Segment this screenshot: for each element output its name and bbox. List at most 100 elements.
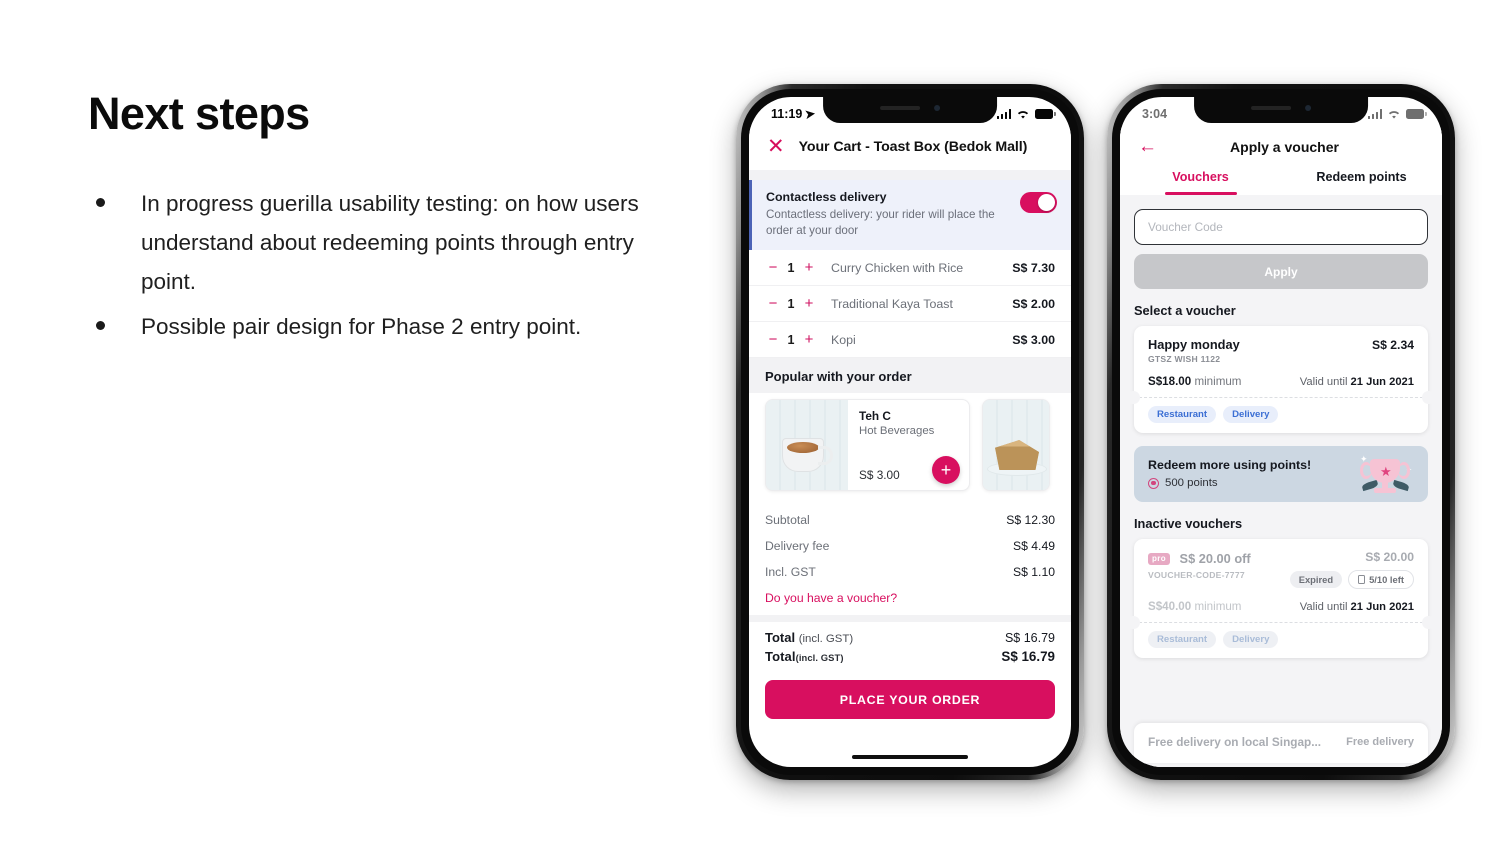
voucher-name: S$ 20.00 off bbox=[1179, 551, 1251, 566]
wifi-icon bbox=[1388, 110, 1400, 119]
voucher-tags: Restaurant Delivery bbox=[1148, 398, 1414, 433]
voucher-validity: Valid until 21 Jun 2021 bbox=[1300, 601, 1414, 613]
page-title: Next steps bbox=[88, 88, 310, 139]
add-product-button[interactable]: + bbox=[932, 456, 960, 484]
select-voucher-heading: Select a voucher bbox=[1120, 289, 1442, 326]
perforation-divider bbox=[1127, 616, 1435, 629]
grand-total-value: S$ 16.79 bbox=[1004, 631, 1055, 645]
pro-badge: pro bbox=[1148, 552, 1171, 565]
voucher-title-block: pro S$ 20.00 off VOUCHER-CODE-7777 bbox=[1148, 550, 1251, 580]
place-order-button[interactable]: PLACE YOUR ORDER bbox=[765, 680, 1055, 719]
valid-prefix: Valid until bbox=[1299, 376, 1348, 388]
voucher-top-bar: ← Apply a voucher Vouchers Redeem points bbox=[1120, 127, 1442, 195]
increment-button[interactable]: + bbox=[801, 331, 817, 348]
contactless-description: Contactless delivery: your rider will pl… bbox=[766, 208, 995, 237]
product-card[interactable]: Teh C Hot Beverages S$ 3.00 + bbox=[765, 399, 970, 491]
quantity-value: 1 bbox=[787, 260, 795, 275]
product-card[interactable] bbox=[982, 399, 1050, 491]
divider bbox=[749, 170, 1071, 180]
remaining-badge: 5/10 left bbox=[1348, 570, 1414, 589]
status-indicators bbox=[996, 109, 1056, 120]
battery-full-icon bbox=[1406, 109, 1427, 119]
list-item: Possible pair design for Phase 2 entry p… bbox=[88, 307, 648, 346]
voucher-card-active[interactable]: Happy monday S$ 2.34 GTSZ WISH 1122 S$18… bbox=[1127, 326, 1435, 433]
voucher-link[interactable]: Do you have a voucher? bbox=[765, 585, 1055, 615]
grand-total-row-2: Total(incl. GST) S$ 16.79 bbox=[765, 647, 1055, 674]
voucher-scroll-area[interactable]: ← Apply a voucher Vouchers Redeem points bbox=[1120, 127, 1442, 767]
tag-chip: Restaurant bbox=[1148, 406, 1217, 423]
bullet-dot-icon bbox=[96, 197, 105, 207]
item-price: S$ 7.30 bbox=[1012, 260, 1055, 275]
voucher-minimum-label: minimum bbox=[1194, 375, 1242, 388]
quantity-value: 1 bbox=[787, 332, 795, 347]
trophy-base-icon bbox=[1374, 488, 1396, 493]
voucher-code-placeholder: Voucher Code bbox=[1148, 220, 1223, 234]
voucher-code: VOUCHER-CODE-7777 bbox=[1148, 570, 1245, 580]
product-info: Teh C Hot Beverages S$ 3.00 + bbox=[848, 400, 969, 490]
voucher-name: Happy monday bbox=[1148, 337, 1240, 352]
contactless-title: Contactless delivery bbox=[766, 190, 887, 204]
cellular-bars-icon bbox=[996, 109, 1011, 119]
increment-button[interactable]: + bbox=[801, 295, 817, 312]
decrement-button[interactable]: − bbox=[765, 295, 781, 312]
valid-prefix: Valid until bbox=[1299, 601, 1348, 613]
voucher-code: GTSZ WISH 1122 bbox=[1148, 354, 1221, 364]
table-row: Subtotal S$ 12.30 bbox=[765, 507, 1055, 533]
location-arrow-icon: ➤ bbox=[804, 106, 817, 122]
item-name: Kopi bbox=[831, 332, 856, 347]
product-image bbox=[766, 400, 848, 490]
grand-total-label: Total bbox=[765, 630, 796, 645]
phone-mockup-voucher: 3:04 ← Apply a voucher Vouchers Redeem p… bbox=[1107, 84, 1455, 780]
decrement-button[interactable]: − bbox=[765, 259, 781, 276]
cart-header: ✕ Your Cart - Toast Box (Bedok Mall) bbox=[749, 127, 1071, 170]
points-value: 500 points bbox=[1165, 477, 1218, 489]
voucher-title-row: pro S$ 20.00 off VOUCHER-CODE-7777 S$ 20… bbox=[1148, 550, 1414, 589]
trophy-icon: ✦ ✦ ★ bbox=[1358, 452, 1412, 500]
voucher-name-line: pro S$ 20.00 off bbox=[1148, 550, 1251, 568]
list-item: In progress guerilla usability testing: … bbox=[88, 184, 648, 301]
status-indicators bbox=[1367, 109, 1427, 120]
battery-full-icon bbox=[1035, 109, 1056, 119]
close-icon[interactable]: ✕ bbox=[767, 136, 785, 157]
voucher-tags: Restaurant Delivery bbox=[1148, 623, 1414, 658]
voucher-card-inactive[interactable]: pro S$ 20.00 off VOUCHER-CODE-7777 S$ 20… bbox=[1127, 539, 1435, 658]
decrement-button[interactable]: − bbox=[765, 331, 781, 348]
cart-scroll-area[interactable]: ✕ Your Cart - Toast Box (Bedok Mall) Con… bbox=[749, 127, 1071, 767]
tab-vouchers[interactable]: Vouchers bbox=[1120, 170, 1281, 195]
voucher-minimum-label: minimum bbox=[1194, 600, 1242, 613]
voucher-code-input[interactable]: Voucher Code bbox=[1134, 209, 1428, 245]
voucher-screen: 3:04 ← Apply a voucher Vouchers Redeem p… bbox=[1120, 97, 1442, 767]
wifi-icon bbox=[1017, 110, 1029, 119]
order-totals: Subtotal S$ 12.30 Delivery fee S$ 4.49 I… bbox=[749, 501, 1071, 674]
voucher-amount: S$ 20.00 bbox=[1365, 550, 1414, 564]
phone-mockup-cart: 11:19 ➤ ✕ Your Cart - Toast Box (Bedok Ma… bbox=[736, 84, 1084, 780]
valid-date: 21 Jun 2021 bbox=[1350, 601, 1414, 613]
valid-date: 21 Jun 2021 bbox=[1350, 376, 1414, 388]
voucher-tabs: Vouchers Redeem points bbox=[1120, 162, 1442, 195]
grand-total-note: (incl. GST) bbox=[795, 652, 844, 663]
status-time: 11:19 ➤ bbox=[771, 106, 817, 122]
tab-redeem-points[interactable]: Redeem points bbox=[1281, 170, 1442, 195]
popular-products-carousel[interactable]: Teh C Hot Beverages S$ 3.00 + bbox=[749, 393, 1071, 501]
total-label: Incl. GST bbox=[765, 565, 816, 579]
increment-button[interactable]: + bbox=[801, 259, 817, 276]
voucher-card-partial[interactable]: Free delivery on local Singap... Free de… bbox=[1134, 723, 1428, 763]
product-price: S$ 3.00 bbox=[859, 468, 900, 482]
bullet-text: In progress guerilla usability testing: … bbox=[141, 190, 639, 294]
table-row: Delivery fee S$ 4.49 bbox=[765, 533, 1055, 559]
popular-heading: Popular with your order bbox=[749, 358, 1071, 393]
apply-button[interactable]: Apply bbox=[1134, 254, 1428, 289]
item-name: Curry Chicken with Rice bbox=[831, 260, 964, 275]
table-row: − 1 + Curry Chicken with Rice S$ 7.30 bbox=[749, 250, 1071, 286]
total-value: S$ 12.30 bbox=[1006, 513, 1055, 527]
grand-total-label: Total bbox=[765, 649, 796, 664]
quantity-value: 1 bbox=[787, 296, 795, 311]
contactless-toggle[interactable] bbox=[1020, 192, 1057, 213]
redeem-points-banner[interactable]: Redeem more using points! 500 points ✦ ✦… bbox=[1134, 446, 1428, 502]
contactless-delivery-section: Contactless delivery Contactless deliver… bbox=[749, 180, 1071, 250]
total-label: Subtotal bbox=[765, 513, 810, 527]
table-row: Incl. GST S$ 1.10 bbox=[765, 559, 1055, 585]
total-value: S$ 4.49 bbox=[1012, 539, 1055, 553]
inactive-vouchers-heading: Inactive vouchers bbox=[1134, 516, 1243, 531]
home-indicator[interactable] bbox=[852, 755, 968, 759]
